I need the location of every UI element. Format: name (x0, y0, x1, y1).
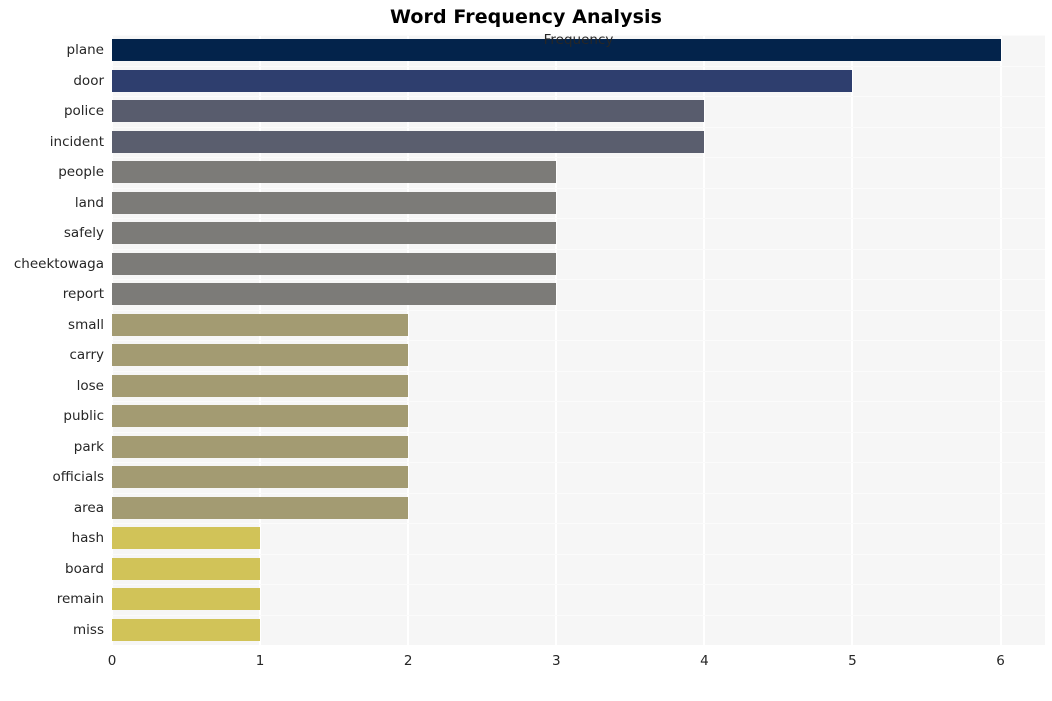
bar-officials[interactable] (112, 466, 409, 489)
bar-land[interactable] (112, 191, 557, 214)
y-axis: plane door police incident people land safely c… (0, 35, 104, 645)
x-tick-label-2: 2 (403, 653, 413, 669)
bar-report[interactable] (112, 283, 557, 306)
bar-hash[interactable] (112, 527, 261, 550)
bar-people[interactable] (112, 161, 557, 184)
y-gridline (112, 492, 1045, 494)
y-gridline (112, 614, 1045, 616)
y-tick-label-miss: miss (73, 621, 104, 638)
y-tick-label-police: police (63, 103, 104, 120)
chart-figure: Word Frequency Analysis plane door police i… (0, 0, 1052, 701)
y-tick-label-people: people (58, 164, 104, 181)
bar-cheektowaga[interactable] (112, 252, 557, 275)
y-tick-label-safely: safely (63, 225, 104, 242)
chart-title: Word Frequency Analysis (389, 6, 663, 28)
bar-board[interactable] (112, 557, 261, 580)
y-gridline (112, 65, 1045, 67)
y-gridline (112, 340, 1045, 341)
y-tick-label-door: door (73, 72, 104, 89)
y-tick-label-officials: officials (52, 469, 104, 486)
y-gridline (112, 248, 1045, 250)
x-axis-label: Frequency (543, 32, 614, 48)
bar-lose[interactable] (112, 374, 409, 397)
y-gridline (112, 584, 1045, 585)
bar-incident[interactable] (112, 130, 705, 153)
y-tick-label-land: land (74, 194, 104, 211)
bar-public[interactable] (112, 405, 409, 428)
y-tick-label-board: board (65, 560, 104, 577)
bar-safely[interactable] (112, 222, 557, 245)
y-gridline (112, 279, 1045, 280)
y-gridline (112, 126, 1045, 128)
y-gridline (112, 309, 1045, 311)
bar-remain[interactable] (112, 588, 261, 611)
x-tick-label-6: 6 (996, 653, 1005, 669)
y-gridline (112, 96, 1045, 97)
y-tick-label-plane: plane (66, 42, 104, 59)
y-tick-label-lose: lose (76, 377, 104, 394)
bar-police[interactable] (112, 100, 705, 123)
y-tick-label-remain: remain (56, 591, 104, 608)
y-gridline (112, 523, 1045, 524)
y-gridline (112, 218, 1045, 219)
y-gridline (112, 553, 1045, 555)
y-gridline (112, 370, 1045, 372)
y-tick-label-hash: hash (71, 530, 104, 547)
y-gridline (112, 462, 1045, 463)
y-tick-label-incident: incident (49, 133, 104, 150)
y-tick-label-cheektowaga: cheektowaga (13, 255, 104, 272)
y-tick-label-area: area (73, 499, 104, 516)
x-axis: 0 1 2 3 4 5 6 (0, 645, 1052, 701)
x-tick-label-5: 5 (848, 653, 857, 669)
y-tick-label-small: small (68, 316, 104, 333)
y-gridline (112, 187, 1045, 189)
bar-door[interactable] (112, 69, 853, 92)
bar-miss[interactable] (112, 618, 261, 641)
y-tick-label-park: park (73, 438, 104, 455)
y-gridline (112, 157, 1045, 158)
bar-park[interactable] (112, 435, 409, 458)
y-gridline (112, 401, 1045, 402)
y-gridline (112, 431, 1045, 433)
y-tick-label-report: report (62, 286, 104, 303)
x-tick-label-0: 0 (107, 653, 117, 669)
bar-area[interactable] (112, 496, 409, 519)
y-tick-label-carry: carry (69, 347, 104, 364)
plot-area (112, 35, 1045, 645)
y-tick-label-public: public (63, 408, 104, 425)
x-tick-label-4: 4 (700, 653, 709, 669)
bar-carry[interactable] (112, 344, 409, 367)
bar-small[interactable] (112, 313, 409, 336)
x-tick-label-3: 3 (551, 653, 561, 669)
x-tick-label-1: 1 (255, 653, 265, 669)
